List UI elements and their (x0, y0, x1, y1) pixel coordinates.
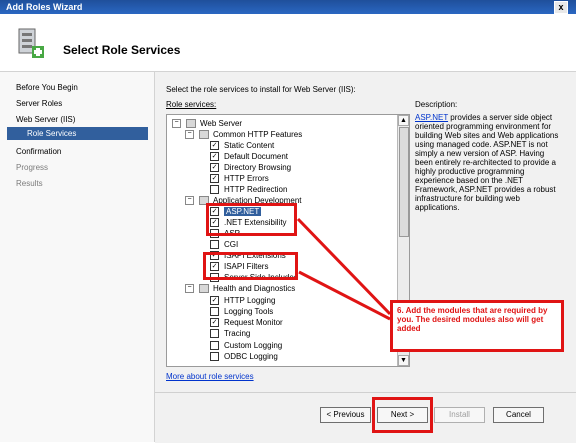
sidebar-item-server-roles[interactable]: Server Roles (16, 99, 62, 108)
sidebar-item-label: Role Services (27, 129, 77, 138)
scroll-up-icon[interactable]: ▲ (398, 115, 409, 126)
tree-item-http-errors[interactable]: ✓ HTTP Errors (210, 174, 269, 184)
checkbox[interactable] (210, 341, 219, 351)
tree-item-odbc-logging[interactable]: ODBC Logging (210, 352, 278, 362)
tree-item-label: Tracing (224, 329, 251, 338)
folder-icon (186, 119, 196, 129)
checkbox[interactable]: ✓ (210, 163, 219, 173)
description-text: provides a server side object oriented p… (415, 113, 559, 212)
tree-item-http-redirection[interactable]: HTTP Redirection (210, 185, 287, 195)
scroll-thumb[interactable] (399, 127, 409, 237)
folder-icon (199, 130, 209, 140)
checkbox[interactable]: ✓ (210, 318, 219, 328)
tree-item-label: Directory Browsing (224, 163, 292, 172)
more-about-role-services-link[interactable]: More about role services (166, 372, 254, 381)
tree-item-label: Static Content (224, 141, 275, 150)
server-roles-icon (18, 28, 44, 58)
tree-item-directory-browsing[interactable]: ✓ Directory Browsing (210, 163, 291, 173)
wizard-sidebar: Before You Begin Server Roles Web Server… (0, 72, 155, 442)
checkbox[interactable]: ✓ (210, 152, 219, 162)
title-bar: Add Roles Wizard x (0, 0, 576, 14)
scroll-down-icon[interactable]: ▼ (398, 355, 409, 366)
tree-item-custom-logging[interactable]: Custom Logging (210, 341, 282, 351)
sidebar-item-progress: Progress (16, 163, 49, 172)
button-bar: < Previous Next > Install Cancel (155, 392, 576, 443)
collapse-icon[interactable]: − (172, 119, 181, 129)
wizard-header: Select Role Services (0, 14, 576, 72)
tree-item-static-content[interactable]: ✓ Static Content (210, 141, 274, 151)
tree-item-label: Health and Diagnostics (213, 284, 296, 293)
page-title: Select Role Services (63, 43, 181, 57)
tree-item-tracing[interactable]: Tracing (210, 329, 250, 339)
checkbox[interactable]: ✓ (210, 141, 219, 151)
tree-item-common-http-features[interactable]: − Common HTTP Features (185, 130, 302, 140)
sidebar-item-web-server[interactable]: Web Server (IIS) (16, 115, 75, 124)
checkbox[interactable] (210, 185, 219, 195)
checkbox[interactable] (210, 240, 219, 250)
tree-item-label: Web Server (200, 119, 243, 128)
instruction-callout: 6. Add the modules that are required by … (390, 300, 564, 352)
tree-item-label: HTTP Errors (224, 174, 269, 183)
description-label: Description: (415, 100, 458, 109)
previous-button[interactable]: < Previous (320, 407, 371, 423)
checkbox[interactable] (210, 352, 219, 362)
cancel-button[interactable]: Cancel (493, 407, 544, 423)
collapse-icon[interactable]: − (185, 284, 194, 294)
description-text-block: ASP.NET provides a server side object or… (415, 113, 560, 212)
tree-item-http-logging[interactable]: ✓ HTTP Logging (210, 296, 275, 306)
role-services-tree[interactable]: − Web Server − Common HTTP Features ✓ Stati… (166, 114, 410, 367)
tree-item-cgi[interactable]: CGI (210, 240, 238, 250)
folder-icon (199, 284, 209, 294)
asp-net-highlight (206, 203, 297, 236)
tree-item-label: ODBC Logging (224, 352, 278, 361)
role-services-label: Role services: (166, 100, 217, 109)
checkbox[interactable] (210, 329, 219, 339)
tree-item-label: HTTP Redirection (224, 185, 288, 194)
tree-item-label: HTTP Logging (224, 296, 276, 305)
tree-item-web-server[interactable]: − Web Server (172, 119, 242, 129)
sidebar-item-results: Results (16, 179, 43, 188)
install-button: Install (434, 407, 485, 423)
isapi-highlight (203, 252, 298, 280)
tree-item-request-monitor[interactable]: ✓ Request Monitor (210, 318, 283, 328)
tree-item-default-document[interactable]: ✓ Default Document (210, 152, 288, 162)
collapse-icon[interactable]: − (185, 130, 194, 140)
checkbox[interactable]: ✓ (210, 174, 219, 184)
collapse-icon[interactable]: − (185, 196, 194, 206)
sidebar-item-confirmation[interactable]: Confirmation (16, 147, 61, 156)
sidebar-item-role-services[interactable]: Role Services (7, 127, 148, 140)
window-title: Add Roles Wizard (6, 2, 83, 12)
close-button[interactable]: x (554, 1, 568, 14)
tree-item-label: Default Document (224, 152, 289, 161)
instruction-text: Select the role services to install for … (166, 85, 356, 94)
next-button-highlight (372, 397, 433, 433)
tree-item-label: Common HTTP Features (213, 130, 303, 139)
tree-item-health-and-diagnostics[interactable]: − Health and Diagnostics (185, 284, 295, 294)
asp-net-link[interactable]: ASP.NET (415, 113, 448, 122)
tree-item-label: Custom Logging (224, 341, 283, 350)
tree-item-label: Logging Tools (224, 307, 274, 316)
sidebar-item-before-you-begin[interactable]: Before You Begin (16, 83, 78, 92)
tree-item-logging-tools[interactable]: Logging Tools (210, 307, 273, 317)
tree-item-label: Request Monitor (224, 318, 283, 327)
checkbox[interactable] (210, 307, 219, 317)
tree-item-label: CGI (224, 240, 239, 249)
add-roles-wizard-window: Add Roles Wizard x Select Role Services … (0, 0, 576, 443)
checkbox[interactable]: ✓ (210, 296, 219, 306)
